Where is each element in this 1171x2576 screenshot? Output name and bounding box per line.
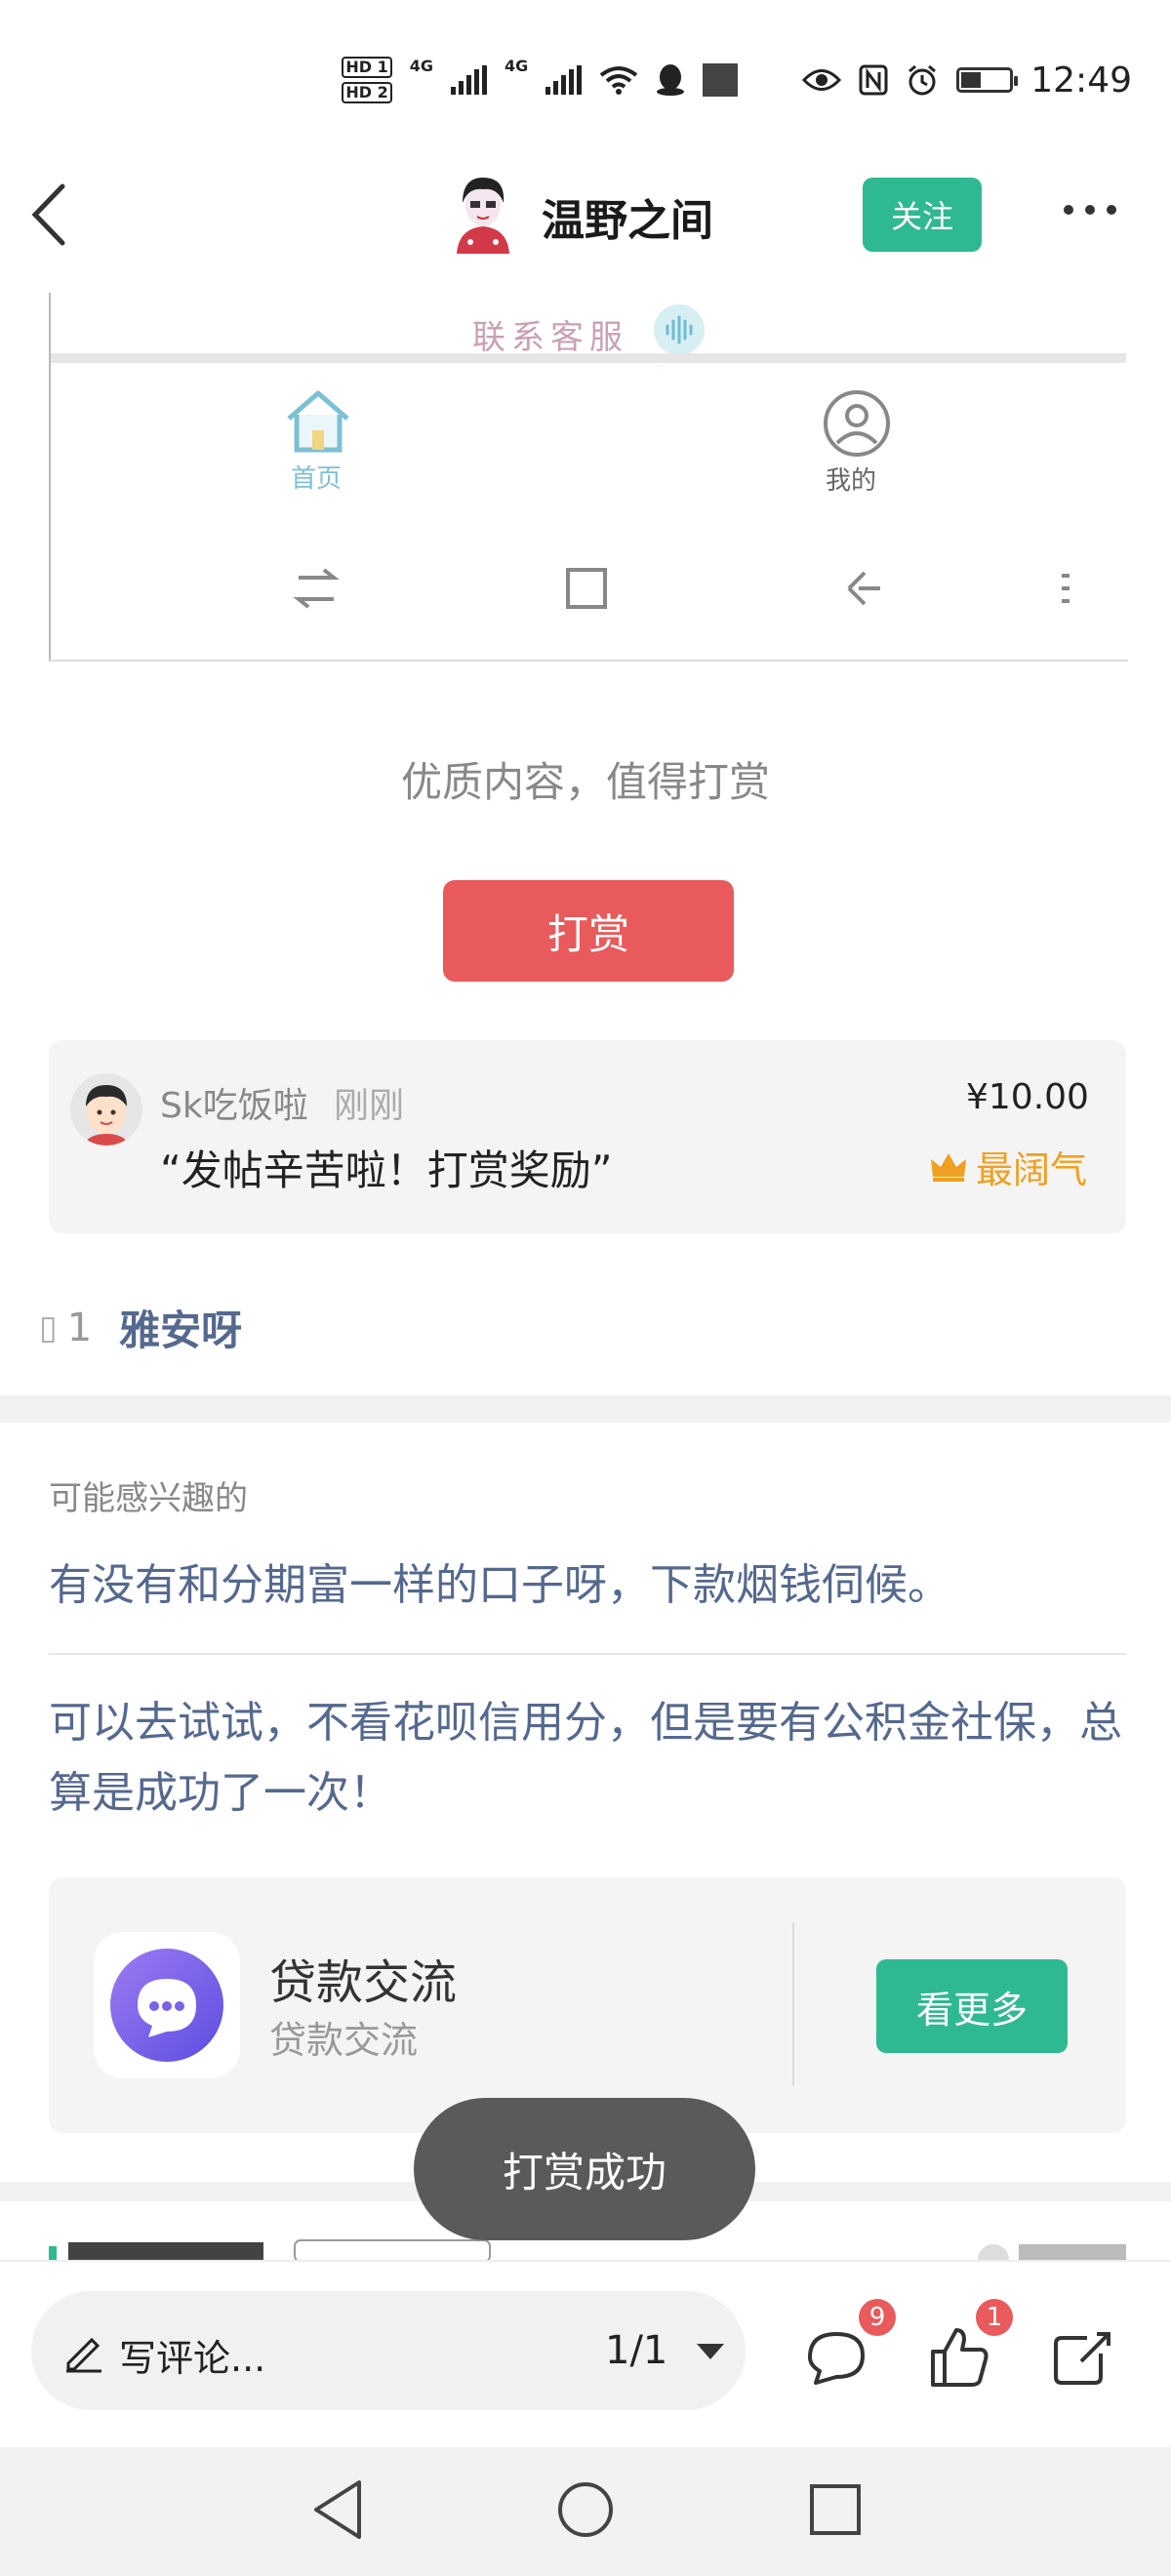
pencil-icon <box>66 2337 101 2373</box>
group-card-divider <box>792 1922 794 2086</box>
like-count: 1 <box>66 1305 93 1350</box>
qq-icon <box>657 64 685 96</box>
status-bar: HD 1 HD 2 4G 4G 12:49 <box>0 0 1171 146</box>
home-label: 首页 <box>291 464 343 494</box>
section-divider <box>0 1395 1171 1423</box>
home-icon <box>287 390 349 453</box>
app-notification-icon <box>703 63 739 97</box>
tip-time: 刚刚 <box>334 1086 405 1126</box>
like-count-badge: 1 <box>976 2299 1013 2336</box>
signal-icon-1 <box>450 65 487 95</box>
embedded-nav-icons <box>293 568 1070 609</box>
signal-icon-2 <box>545 65 583 95</box>
tipper-name[interactable]: Sk吃饭啦 <box>160 1077 308 1128</box>
page-indicator[interactable]: 1/1 <box>605 2328 667 2373</box>
back-arrow-icon[interactable] <box>29 181 68 249</box>
tip-amount: ¥10.00 <box>966 1077 1089 1117</box>
profile-icon <box>824 390 890 457</box>
wifi-icon <box>600 66 638 95</box>
comment-count-badge: 9 <box>859 2299 896 2336</box>
tipper-avatar[interactable] <box>70 1073 142 1146</box>
status-icons: HD 1 HD 2 4G 4G 12:49 <box>342 57 1132 103</box>
crown-icon <box>931 1152 966 1182</box>
likes-row: ▯ 1 雅安呀 <box>39 1298 242 1357</box>
comment-placeholder[interactable]: 写评论... <box>119 2328 265 2382</box>
alarm-icon <box>909 64 937 96</box>
group-subtitle: 贷款交流 <box>269 2019 419 2062</box>
interest-heading: 可能感兴趣的 <box>49 1479 248 1518</box>
nav-recents-icon[interactable] <box>808 2482 863 2537</box>
comment-icon[interactable] <box>802 2322 870 2391</box>
more-options-icon[interactable] <box>1064 205 1116 215</box>
caret-down-icon[interactable] <box>697 2344 724 2359</box>
network-type-2: 4G <box>504 57 529 75</box>
network-type-1: 4G <box>409 57 433 75</box>
share-icon[interactable] <box>1048 2322 1116 2391</box>
hd-indicators: HD 1 HD 2 <box>342 57 392 103</box>
top-tipper-badge: 最阔气 <box>929 1140 1087 1193</box>
customer-service-text: 联系客服 <box>472 318 628 357</box>
voice-wave-icon <box>654 304 705 355</box>
nfc-icon <box>859 64 888 96</box>
liker-name[interactable]: 雅安呀 <box>119 1298 242 1357</box>
hd2-badge: HD 2 <box>342 82 392 103</box>
embedded-divider <box>51 353 1126 363</box>
battery-icon <box>956 67 1019 93</box>
reward-record-card <box>49 1040 1126 1233</box>
tip-message: “发帖辛苦啦！打赏奖励” <box>160 1147 613 1194</box>
badge-label: 最阔气 <box>976 1148 1088 1191</box>
chat-bubble-icon <box>94 1932 240 2078</box>
eye-icon <box>802 69 842 91</box>
interest-item-1[interactable]: 有没有和分期富一样的口子呀，下款烟钱伺候。 <box>49 1551 1126 1620</box>
see-more-button[interactable]: 看更多 <box>876 1959 1068 2053</box>
like-small-icon: ▯ <box>39 1308 58 1348</box>
toast-message: 打赏成功 <box>414 2098 755 2240</box>
system-nav-bar <box>0 2447 1171 2576</box>
reward-prompt: 优质内容，值得打赏 <box>400 758 770 806</box>
hd1-badge: HD 1 <box>342 57 392 78</box>
clock: 12:49 <box>1030 60 1132 101</box>
author-avatar[interactable] <box>449 174 517 254</box>
follow-button[interactable]: 关注 <box>863 178 982 252</box>
group-title: 贷款交流 <box>269 1955 458 2010</box>
page-title: 温野之间 <box>542 196 713 246</box>
interest-item-2[interactable]: 可以去试试，不看花呗信用分，但是要有公积金社保，总算是成功了一次！ <box>49 1688 1126 1829</box>
interest-divider <box>49 1653 1126 1655</box>
nav-back-icon[interactable] <box>310 2478 365 2541</box>
reward-button[interactable]: 打赏 <box>443 880 734 982</box>
me-label: 我的 <box>826 466 877 496</box>
nav-home-icon[interactable] <box>556 2480 615 2539</box>
